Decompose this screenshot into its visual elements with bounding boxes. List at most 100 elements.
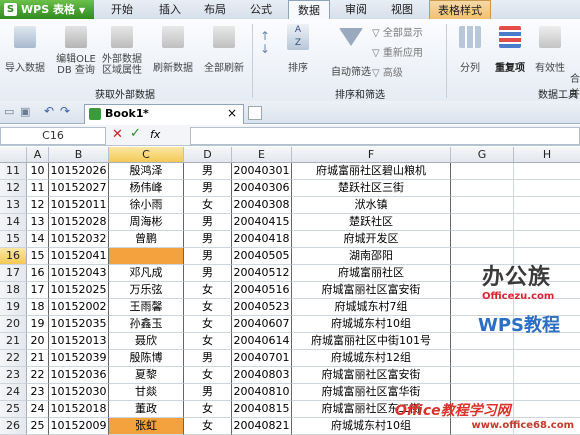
cell-e[interactable]: 20040415 [232,214,292,231]
cell-b[interactable]: 10152041 [49,248,109,265]
cell-c[interactable]: 王雨馨 [109,299,184,316]
formula-input[interactable] [190,127,580,145]
cell-f[interactable]: 府城富丽社区富安街 [292,367,451,384]
cell-a[interactable]: 18 [27,299,49,316]
cell-d[interactable]: 女 [184,418,232,435]
document-tab[interactable]: Book1 * × [84,104,244,124]
tab-review[interactable]: 审阅 [336,0,376,19]
cell-e[interactable]: 20040516 [232,282,292,299]
cell-c[interactable]: 杨伟峰 [109,180,184,197]
cell-e[interactable]: 20040308 [232,197,292,214]
cell-c[interactable] [109,248,184,265]
cell-f[interactable]: 湖南邵阳 [292,248,451,265]
refresh-data-button[interactable]: 刷新数据 [150,26,196,74]
row-header[interactable]: 21 [0,333,27,350]
cell-d[interactable]: 女 [184,316,232,333]
row-header[interactable]: 13 [0,197,27,214]
confirm-icon[interactable]: ✓ [130,126,141,141]
row-header[interactable]: 12 [0,180,27,197]
advanced-filter-button[interactable]: ▽ 高级 [372,64,403,79]
cell-g[interactable] [451,163,514,180]
cell-a[interactable]: 13 [27,214,49,231]
undo-icon[interactable]: ↶ [44,104,54,118]
cell-a[interactable]: 16 [27,265,49,282]
cell-a[interactable]: 23 [27,384,49,401]
column-header-a[interactable]: A [27,147,49,162]
text-to-columns-button[interactable]: 分列 [452,26,488,74]
cell-b[interactable]: 10152009 [49,418,109,435]
column-header-d[interactable]: D [184,147,232,162]
cell-d[interactable]: 女 [184,282,232,299]
cell-a[interactable]: 12 [27,197,49,214]
cell-c[interactable]: 夏黎 [109,367,184,384]
cell-d[interactable]: 女 [184,333,232,350]
cell-g[interactable] [451,214,514,231]
cell-e[interactable]: 20040512 [232,265,292,282]
cell-e[interactable]: 20040607 [232,316,292,333]
cell-e[interactable]: 20040810 [232,384,292,401]
app-menu-button[interactable]: S WPS 表格 ▼ [0,0,94,19]
cell-c[interactable]: 周海彬 [109,214,184,231]
cell-g[interactable] [451,197,514,214]
cell-e[interactable]: 20040301 [232,163,292,180]
cell-d[interactable]: 男 [184,265,232,282]
show-all-button[interactable]: ▽ 全部显示 [372,24,423,39]
cell-c[interactable]: 董政 [109,401,184,418]
select-all-corner[interactable] [0,147,27,162]
cell-c[interactable]: 孙鑫玉 [109,316,184,333]
tab-home[interactable]: 开始 [104,0,140,19]
cell-h[interactable] [514,231,580,248]
new-tab-icon[interactable] [248,106,262,120]
cell-a[interactable]: 14 [27,231,49,248]
cell-h[interactable] [514,197,580,214]
cell-d[interactable]: 女 [184,197,232,214]
cell-c[interactable]: 万乐弦 [109,282,184,299]
cell-g[interactable] [451,180,514,197]
cell-b[interactable]: 10152013 [49,333,109,350]
cell-f[interactable]: 府城城东村12组 [292,350,451,367]
cell-d[interactable]: 女 [184,299,232,316]
cell-f[interactable]: 府城城东村7组 [292,299,451,316]
cell-h[interactable] [514,367,580,384]
row-header[interactable]: 16 [0,248,27,265]
cell-h[interactable] [514,384,580,401]
tab-insert[interactable]: 插入 [152,0,188,19]
cell-g[interactable] [451,231,514,248]
cell-a[interactable]: 10 [27,163,49,180]
row-header[interactable]: 25 [0,401,27,418]
cell-d[interactable]: 男 [184,350,232,367]
cell-f[interactable]: 府城富丽社区富华街 [292,384,451,401]
row-header[interactable]: 22 [0,350,27,367]
row-header[interactable]: 18 [0,282,27,299]
cell-b[interactable]: 10152036 [49,367,109,384]
column-header-c[interactable]: C [109,147,184,162]
redo-icon[interactable]: ↷ [60,104,70,118]
cell-e[interactable]: 20040523 [232,299,292,316]
cell-a[interactable]: 22 [27,367,49,384]
refresh-all-button[interactable]: 全部刷新 [200,26,248,74]
cell-c[interactable]: 聂欣 [109,333,184,350]
cell-b[interactable]: 10152018 [49,401,109,418]
row-header[interactable]: 20 [0,316,27,333]
cell-b[interactable]: 10152026 [49,163,109,180]
cell-f[interactable]: 楚跃社区 [292,214,451,231]
row-header[interactable]: 17 [0,265,27,282]
cell-g[interactable] [451,350,514,367]
cell-a[interactable]: 20 [27,333,49,350]
external-range-button[interactable]: 外部数据 区域属性 [100,26,144,76]
cell-c[interactable]: 殷鸿泽 [109,163,184,180]
cell-e[interactable]: 20040821 [232,418,292,435]
cell-b[interactable]: 10152043 [49,265,109,282]
cell-f[interactable]: 洑水镇 [292,197,451,214]
row-header[interactable]: 19 [0,299,27,316]
cell-e[interactable]: 20040803 [232,367,292,384]
cell-a[interactable]: 11 [27,180,49,197]
cell-b[interactable]: 10152030 [49,384,109,401]
cell-b[interactable]: 10152027 [49,180,109,197]
cell-e[interactable]: 20040505 [232,248,292,265]
cell-a[interactable]: 24 [27,401,49,418]
cell-e[interactable]: 20040614 [232,333,292,350]
cell-a[interactable]: 15 [27,248,49,265]
cell-f[interactable]: 府城富丽社区富安街 [292,282,451,299]
sort-button[interactable]: AZ 排序 [280,24,316,74]
